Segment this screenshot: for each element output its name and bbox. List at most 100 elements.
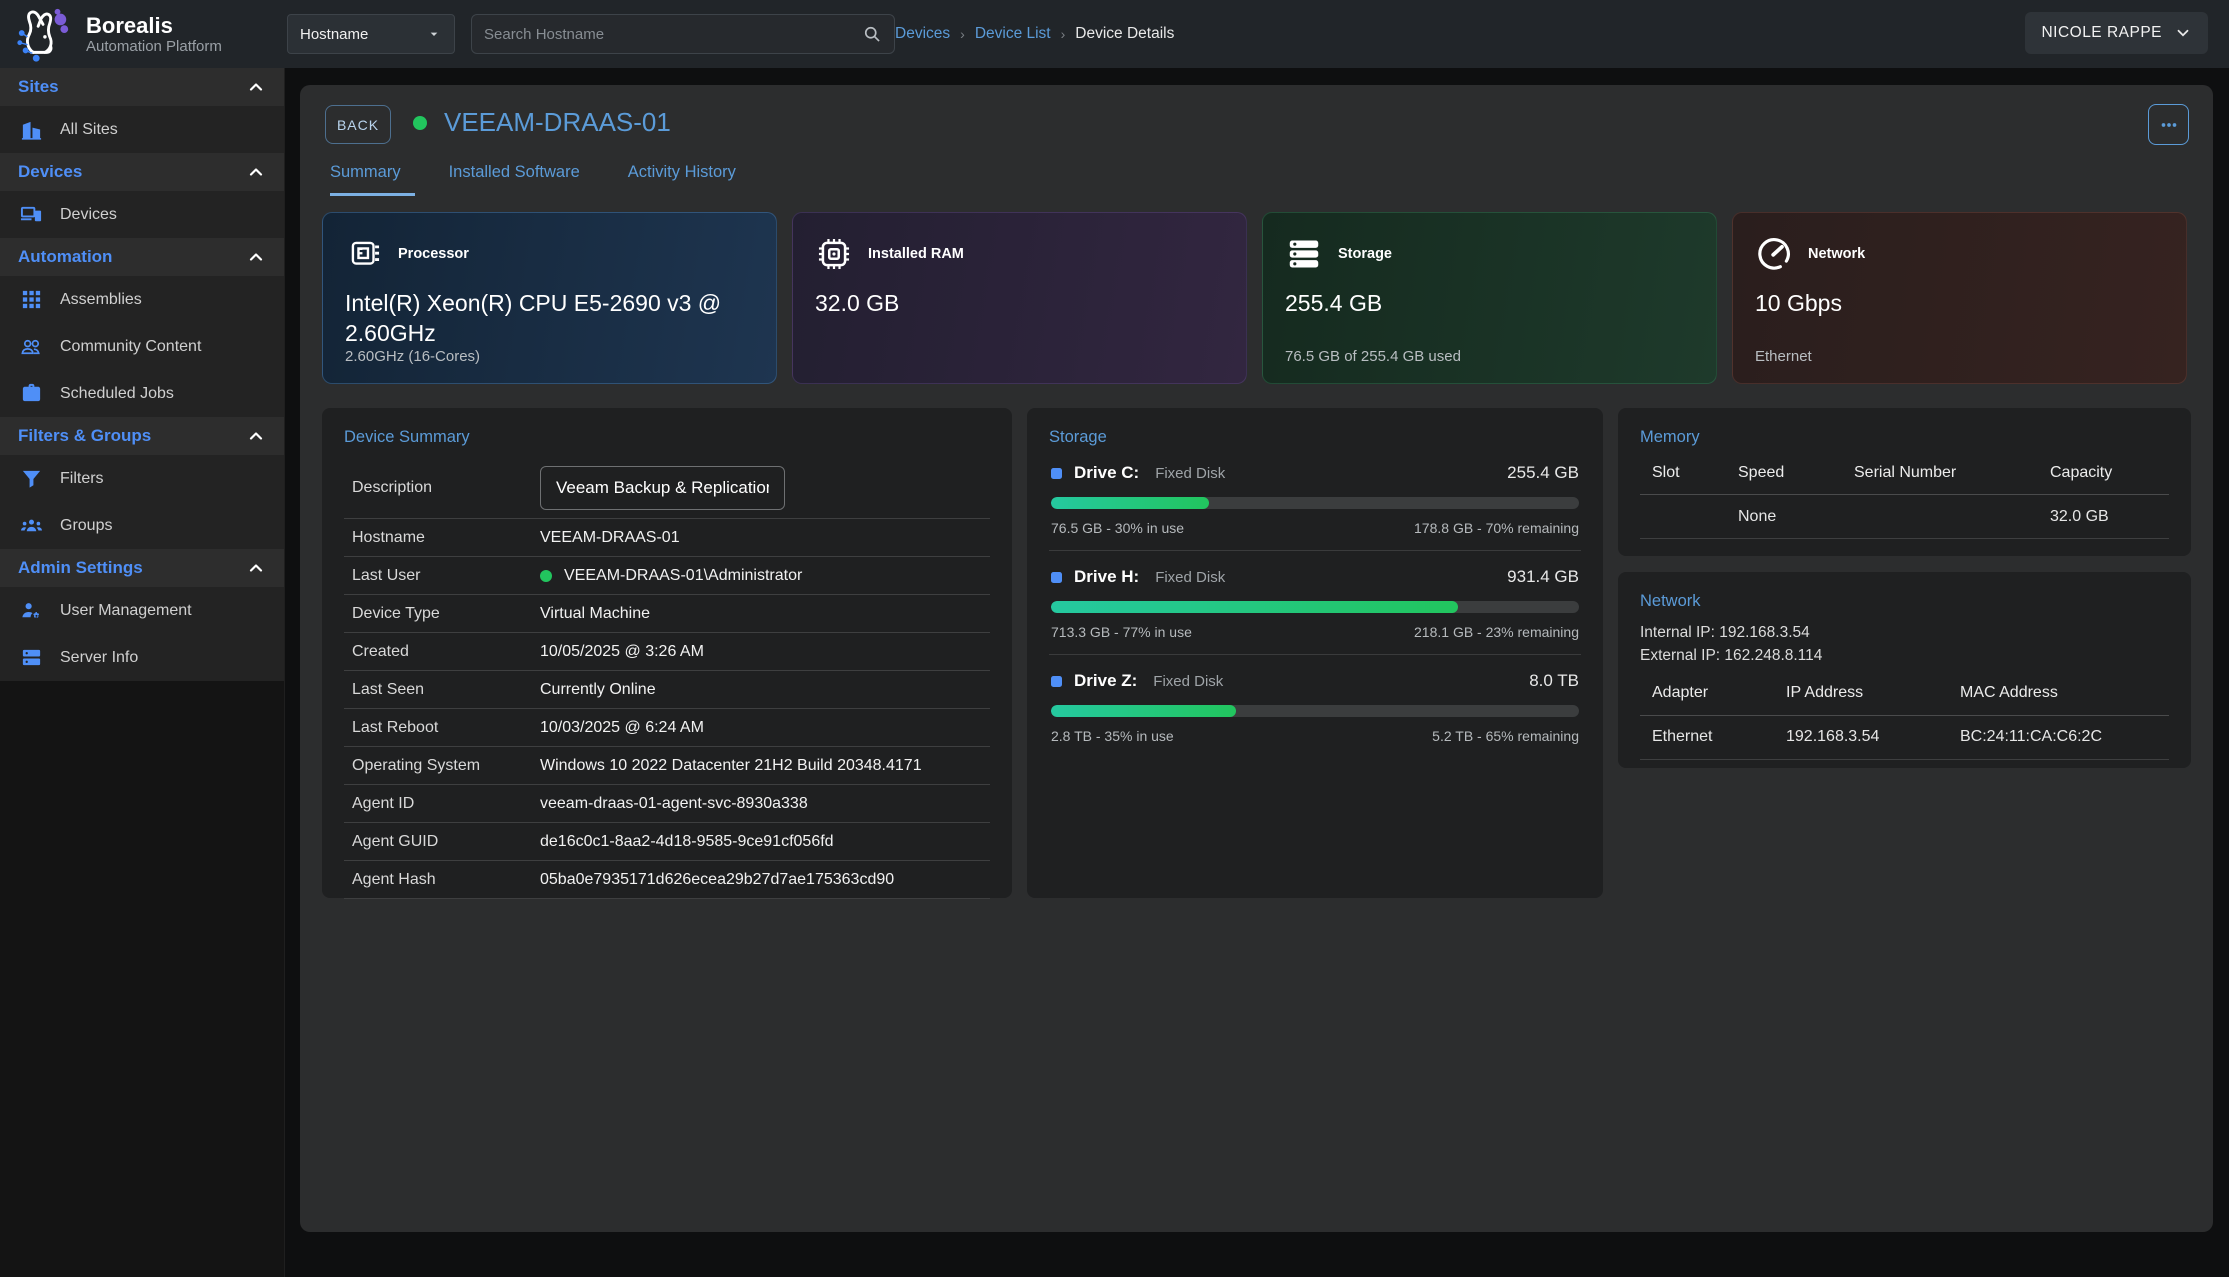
sidebar-section-automation[interactable]: Automation — [0, 238, 284, 276]
breadcrumb-item[interactable]: Device List — [975, 25, 1051, 43]
summary-value-text: VEEAM-DRAAS-01\Administrator — [564, 567, 802, 585]
summary-row-value: 05ba0e7935171d626ecea29b27d7ae175363cd90 — [540, 871, 894, 889]
sidebar-section-sites[interactable]: Sites — [0, 68, 284, 106]
sidebar-item-label: Scheduled Jobs — [60, 385, 174, 403]
back-button[interactable]: BACK — [325, 105, 391, 144]
memory-header-cell: Capacity — [2050, 464, 2169, 482]
stat-cards: Processor Intel(R) Xeon(R) CPU E5-2690 v3… — [322, 212, 2187, 384]
summary-value-text: 10/03/2025 @ 6:24 AM — [540, 719, 704, 737]
sidebar-item-filters[interactable]: Filters — [0, 455, 284, 502]
stat-card-value: Intel(R) Xeon(R) CPU E5-2690 v3 @ 2.60GH… — [345, 289, 725, 349]
memory-header-cell: Slot — [1652, 464, 1738, 482]
sidebar-item-user-management[interactable]: User Management — [0, 587, 284, 634]
search-field-dropdown[interactable]: Hostname — [287, 14, 455, 54]
brand-tagline: Automation Platform — [86, 38, 222, 55]
drive-remaining-text: 5.2 TB - 65% remaining — [1432, 728, 1579, 744]
groups-icon — [20, 514, 43, 537]
sidebar-item-community-content[interactable]: Community Content — [0, 323, 284, 370]
drive-row-drive-c-: Drive C:Fixed Disk255.4 GB76.5 GB - 30% … — [1049, 447, 1581, 551]
memory-header-cell: Serial Number — [1854, 464, 2050, 482]
sidebar-section-filters-groups[interactable]: Filters & Groups — [0, 417, 284, 455]
summary-value-text: de16c0c1-8aa2-4d18-9585-9ce91cf056fd — [540, 833, 834, 851]
chevron-up-icon — [246, 77, 266, 97]
sidebar-nav: SitesAll SitesDevicesDevicesAutomationAs… — [0, 68, 285, 1277]
chevron-up-icon — [246, 558, 266, 578]
drive-name: Drive Z: — [1074, 671, 1137, 691]
stat-card-processor: Processor Intel(R) Xeon(R) CPU E5-2690 v3… — [322, 212, 777, 384]
chevron-up-icon — [246, 247, 266, 267]
summary-value-text: veeam-draas-01-agent-svc-8930a338 — [540, 795, 808, 813]
drive-remaining-text: 178.8 GB - 70% remaining — [1414, 520, 1579, 536]
user-menu-button[interactable]: NICOLE RAPPE — [2025, 12, 2208, 54]
summary-value-text: VEEAM-DRAAS-01 — [540, 529, 680, 547]
summary-row-label: Last Seen — [352, 681, 540, 699]
search-icon[interactable] — [862, 24, 882, 44]
device-tabs: Summary Installed Software Activity Histor… — [330, 163, 750, 196]
summary-row-label: Agent ID — [352, 795, 540, 813]
stat-card-footer: Ethernet — [1755, 348, 1812, 365]
user-menu-label: NICOLE RAPPE — [2041, 24, 2162, 42]
drive-bullet-icon — [1051, 572, 1062, 583]
sidebar-item-label: Groups — [60, 517, 112, 535]
sidebar-item-devices[interactable]: Devices — [0, 191, 284, 238]
sidebar-item-all-sites[interactable]: All Sites — [0, 106, 284, 153]
breadcrumb-item[interactable]: Devices — [895, 25, 950, 43]
drive-name: Drive H: — [1074, 567, 1139, 587]
summary-row-value: 10/05/2025 @ 3:26 AM — [540, 643, 704, 661]
summary-row-created: Created10/05/2025 @ 3:26 AM — [344, 633, 990, 671]
drive-usage-bar — [1051, 705, 1579, 717]
devices-icon — [20, 203, 43, 226]
drive-type: Fixed Disk — [1155, 465, 1225, 482]
network-table-row: Ethernet192.168.3.54BC:24:11:CA:C6:2C — [1640, 716, 2169, 760]
search-input[interactable] — [484, 26, 862, 43]
device-summary-title: Device Summary — [344, 428, 990, 447]
stat-card-installed-ram: Installed RAM32.0 GB — [792, 212, 1247, 384]
sidebar-section-devices[interactable]: Devices — [0, 153, 284, 191]
breadcrumb: Devices›Device List›Device Details — [895, 0, 1174, 68]
summary-row-last-reboot: Last Reboot10/03/2025 @ 6:24 AM — [344, 709, 990, 747]
caret-down-icon — [426, 26, 442, 42]
summary-row-label: Created — [352, 643, 540, 661]
breadcrumb-separator: › — [1061, 26, 1066, 42]
sidebar-item-assemblies[interactable]: Assemblies — [0, 276, 284, 323]
description-input[interactable] — [540, 466, 785, 510]
summary-row-value: VEEAM-DRAAS-01 — [540, 529, 680, 547]
more-options-button[interactable] — [2148, 104, 2189, 145]
tab-activity-history[interactable]: Activity History — [628, 163, 750, 196]
sidebar-section-admin-settings[interactable]: Admin Settings — [0, 549, 284, 587]
sidebar-section-title: Automation — [18, 247, 246, 267]
drive-usage-fill — [1051, 601, 1458, 613]
storage-icon — [1285, 235, 1323, 273]
sidebar-item-groups[interactable]: Groups — [0, 502, 284, 549]
cpu-icon — [345, 235, 383, 273]
stat-card-network: Network10 GbpsEthernet — [1732, 212, 2187, 384]
drive-used-text: 2.8 TB - 35% in use — [1051, 728, 1174, 744]
people-icon — [20, 335, 43, 358]
memory-table-header: SlotSpeedSerial NumberCapacity — [1640, 451, 2169, 495]
summary-row-value: de16c0c1-8aa2-4d18-9585-9ce91cf056fd — [540, 833, 834, 851]
breadcrumb-separator: › — [960, 26, 965, 42]
network-panel: Network Internal IP: 192.168.3.54 Extern… — [1618, 572, 2191, 768]
summary-row-value: Currently Online — [540, 681, 656, 699]
memory-table-row: None32.0 GB — [1640, 495, 2169, 539]
summary-row-operating-system: Operating SystemWindows 10 2022 Datacent… — [344, 747, 990, 785]
drive-bullet-icon — [1051, 468, 1062, 479]
grid-icon — [20, 288, 43, 311]
summary-row-value: Windows 10 2022 Datacenter 21H2 Build 20… — [540, 757, 922, 775]
external-ip: External IP: 162.248.8.114 — [1640, 644, 2169, 667]
summary-row-agent-hash: Agent Hash05ba0e7935171d626ecea29b27d7ae… — [344, 861, 990, 899]
chevron-down-icon — [2174, 24, 2192, 42]
stat-card-storage: Storage255.4 GB76.5 GB of 255.4 GB used — [1262, 212, 1717, 384]
sidebar-item-scheduled-jobs[interactable]: Scheduled Jobs — [0, 370, 284, 417]
tab-summary[interactable]: Summary — [330, 163, 415, 196]
internal-ip: Internal IP: 192.168.3.54 — [1640, 621, 2169, 644]
stat-card-label: Processor — [398, 246, 469, 262]
network-cell: BC:24:11:CA:C6:2C — [1960, 728, 2169, 746]
summary-row-value — [540, 466, 785, 510]
tab-installed-software[interactable]: Installed Software — [449, 163, 594, 196]
stat-card-footer: 2.60GHz (16-Cores) — [345, 348, 480, 365]
network-header-cell: MAC Address — [1960, 684, 2169, 702]
sidebar-item-label: User Management — [60, 602, 192, 620]
sidebar-item-server-info[interactable]: Server Info — [0, 634, 284, 681]
sidebar-section-title: Sites — [18, 77, 246, 97]
